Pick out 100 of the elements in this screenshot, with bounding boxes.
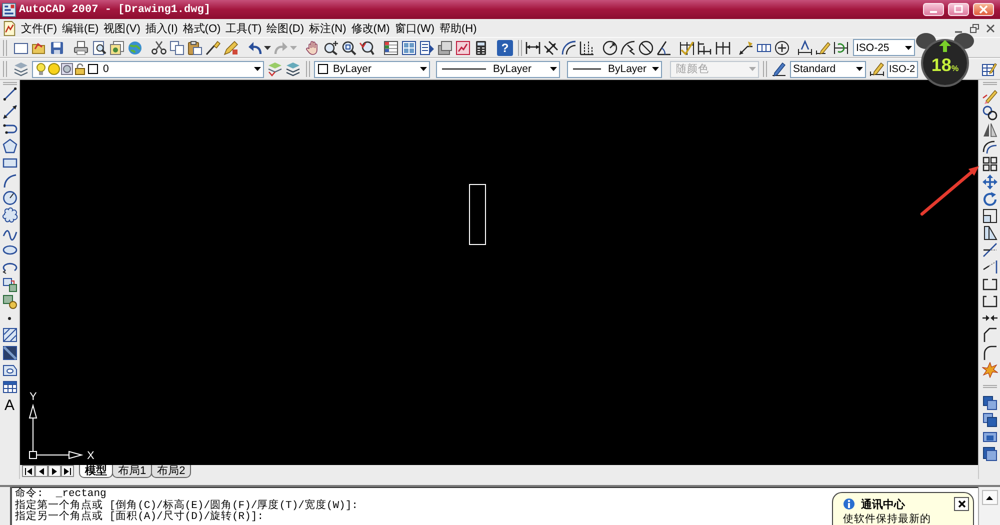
layout-tab[interactable]: 模型 (79, 465, 113, 478)
grid-panel-icon[interactable] (401, 40, 417, 56)
four-squares-icon[interactable] (982, 156, 998, 172)
caret-icon[interactable] (264, 46, 271, 50)
shaded-square-icon[interactable] (2, 344, 18, 361)
stacked-sheets-icon[interactable] (109, 40, 125, 56)
menu-item[interactable]: 帮助(H) (438, 20, 479, 36)
dimension-style-dropdown[interactable]: ISO-25 (853, 39, 915, 56)
jogged-radius-icon[interactable] (620, 40, 636, 56)
double-arrow-line-icon[interactable] (2, 104, 18, 120)
globe-icon[interactable] (127, 40, 143, 56)
layer-sheets-icon[interactable] (285, 61, 301, 77)
calculator-icon[interactable] (473, 40, 489, 56)
previous-layout-button[interactable] (35, 465, 48, 477)
page-magnifier-icon[interactable] (91, 40, 107, 56)
magnifier-back-icon[interactable] (359, 40, 375, 56)
color-dropdown[interactable]: ByLayer (314, 60, 430, 78)
lineweight-dropdown[interactable]: ByLayer (567, 60, 662, 78)
starburst-icon[interactable] (982, 362, 998, 378)
block-icon[interactable] (2, 294, 18, 310)
four-way-arrow-icon[interactable] (982, 174, 998, 190)
palette-sheet-icon[interactable] (419, 40, 435, 56)
scissors-icon[interactable] (151, 40, 167, 56)
menu-item[interactable]: 标注(N) (307, 20, 348, 36)
minimize-button[interactable] (923, 3, 944, 16)
close-icon[interactable] (986, 24, 995, 32)
linetype-dropdown[interactable]: ByLayer (436, 60, 560, 78)
layout-tab[interactable]: 布局1 (112, 465, 152, 478)
table-icon[interactable] (2, 379, 18, 396)
menu-item[interactable]: 绘图(D) (264, 20, 306, 36)
scrollbar[interactable] (978, 487, 1000, 525)
ordinate-dimension-icon[interactable] (579, 40, 595, 56)
two-circles-icon[interactable] (982, 105, 998, 122)
restore-icon[interactable] (970, 24, 979, 32)
dimension-edit-icon[interactable] (797, 40, 813, 56)
table-pen-icon[interactable] (981, 61, 997, 77)
menu-item[interactable]: 编辑(E) (60, 20, 101, 36)
pen-dimension-icon[interactable] (869, 61, 885, 77)
printer-icon[interactable] (73, 40, 89, 56)
hatched-square-icon[interactable] (2, 327, 18, 344)
first-layout-button[interactable] (22, 465, 35, 477)
menu-item[interactable]: 窗口(W) (392, 20, 436, 36)
radius-dimension-icon[interactable] (602, 40, 618, 56)
scroll-up-button[interactable] (982, 490, 998, 505)
overlapping-squares-icon[interactable] (982, 446, 998, 462)
region-shape-icon[interactable] (2, 362, 18, 378)
stretched-shape-icon[interactable] (982, 224, 998, 241)
last-layout-button[interactable] (61, 465, 74, 477)
mirror-triangles-icon[interactable] (982, 122, 998, 138)
paintbrush-icon[interactable] (205, 40, 221, 56)
text-style-dropdown[interactable]: Standard (790, 60, 866, 78)
menu-item[interactable]: 视图(V) (102, 20, 142, 36)
menu-item[interactable]: 修改(M) (349, 20, 392, 36)
continue-dimension-icon[interactable] (715, 40, 731, 56)
magnifier-frame-icon[interactable] (341, 40, 357, 56)
arc-dimension-icon[interactable] (561, 40, 577, 56)
undo-arrow-icon[interactable] (247, 40, 263, 56)
menu-item[interactable]: 插入(I) (143, 20, 180, 36)
arc-icon[interactable] (2, 172, 18, 189)
diameter-dimension-icon[interactable] (638, 40, 654, 56)
overlapping-squares-icon[interactable] (982, 394, 998, 411)
clipboard-icon[interactable] (187, 40, 203, 56)
circle-icon[interactable] (2, 190, 18, 206)
chamfer-corner-icon[interactable] (982, 327, 998, 344)
close-button[interactable] (954, 497, 969, 511)
magnifier-plus-icon[interactable] (323, 40, 339, 56)
angle-dimension-icon[interactable] (656, 40, 672, 56)
two-sheets-icon[interactable] (169, 40, 185, 56)
baseline-dimension-icon[interactable] (697, 40, 713, 56)
overlapping-squares-icon[interactable] (982, 412, 998, 428)
layer-stack-icon[interactable] (13, 61, 29, 77)
linear-dimension-icon[interactable] (525, 40, 541, 56)
menu-item[interactable]: 工具(T) (224, 20, 264, 36)
pencil-dimension-icon[interactable] (815, 40, 831, 56)
layered-sheets-icon[interactable] (437, 40, 453, 56)
text-tool-button[interactable]: A (4, 396, 14, 414)
circular-arrow-icon[interactable] (982, 190, 998, 207)
slanted-pen-icon[interactable] (771, 61, 787, 77)
quick-dimension-icon[interactable] (679, 40, 695, 56)
help-button[interactable]: ? (497, 40, 513, 56)
eraser-pencil-icon[interactable] (982, 88, 998, 104)
trim-line-icon[interactable] (982, 242, 998, 258)
menu-item[interactable]: 文件(F) (19, 20, 60, 36)
layout-tab[interactable]: 布局2 (151, 465, 192, 478)
rounded-corner-icon[interactable] (982, 344, 998, 360)
layer-dropdown[interactable]: 0 (32, 60, 264, 78)
inserted-block-icon[interactable] (2, 276, 18, 293)
maximize-button[interactable] (948, 3, 969, 16)
nested-squares-icon[interactable] (982, 208, 998, 224)
point-icon[interactable] (8, 317, 11, 320)
line-icon[interactable] (2, 86, 18, 102)
property-grid-icon[interactable] (383, 40, 399, 56)
aligned-dimension-icon[interactable] (543, 40, 559, 56)
next-layout-button[interactable] (48, 465, 61, 477)
cloud-outline-icon[interactable] (2, 207, 18, 224)
center-mark-icon[interactable] (774, 40, 790, 56)
menu-item[interactable]: 格式(O) (180, 20, 223, 36)
layer-arrow-icon[interactable] (267, 61, 283, 77)
dimension-style-dropdown[interactable]: ISO-2 (887, 60, 918, 78)
leader-icon[interactable] (738, 40, 754, 56)
